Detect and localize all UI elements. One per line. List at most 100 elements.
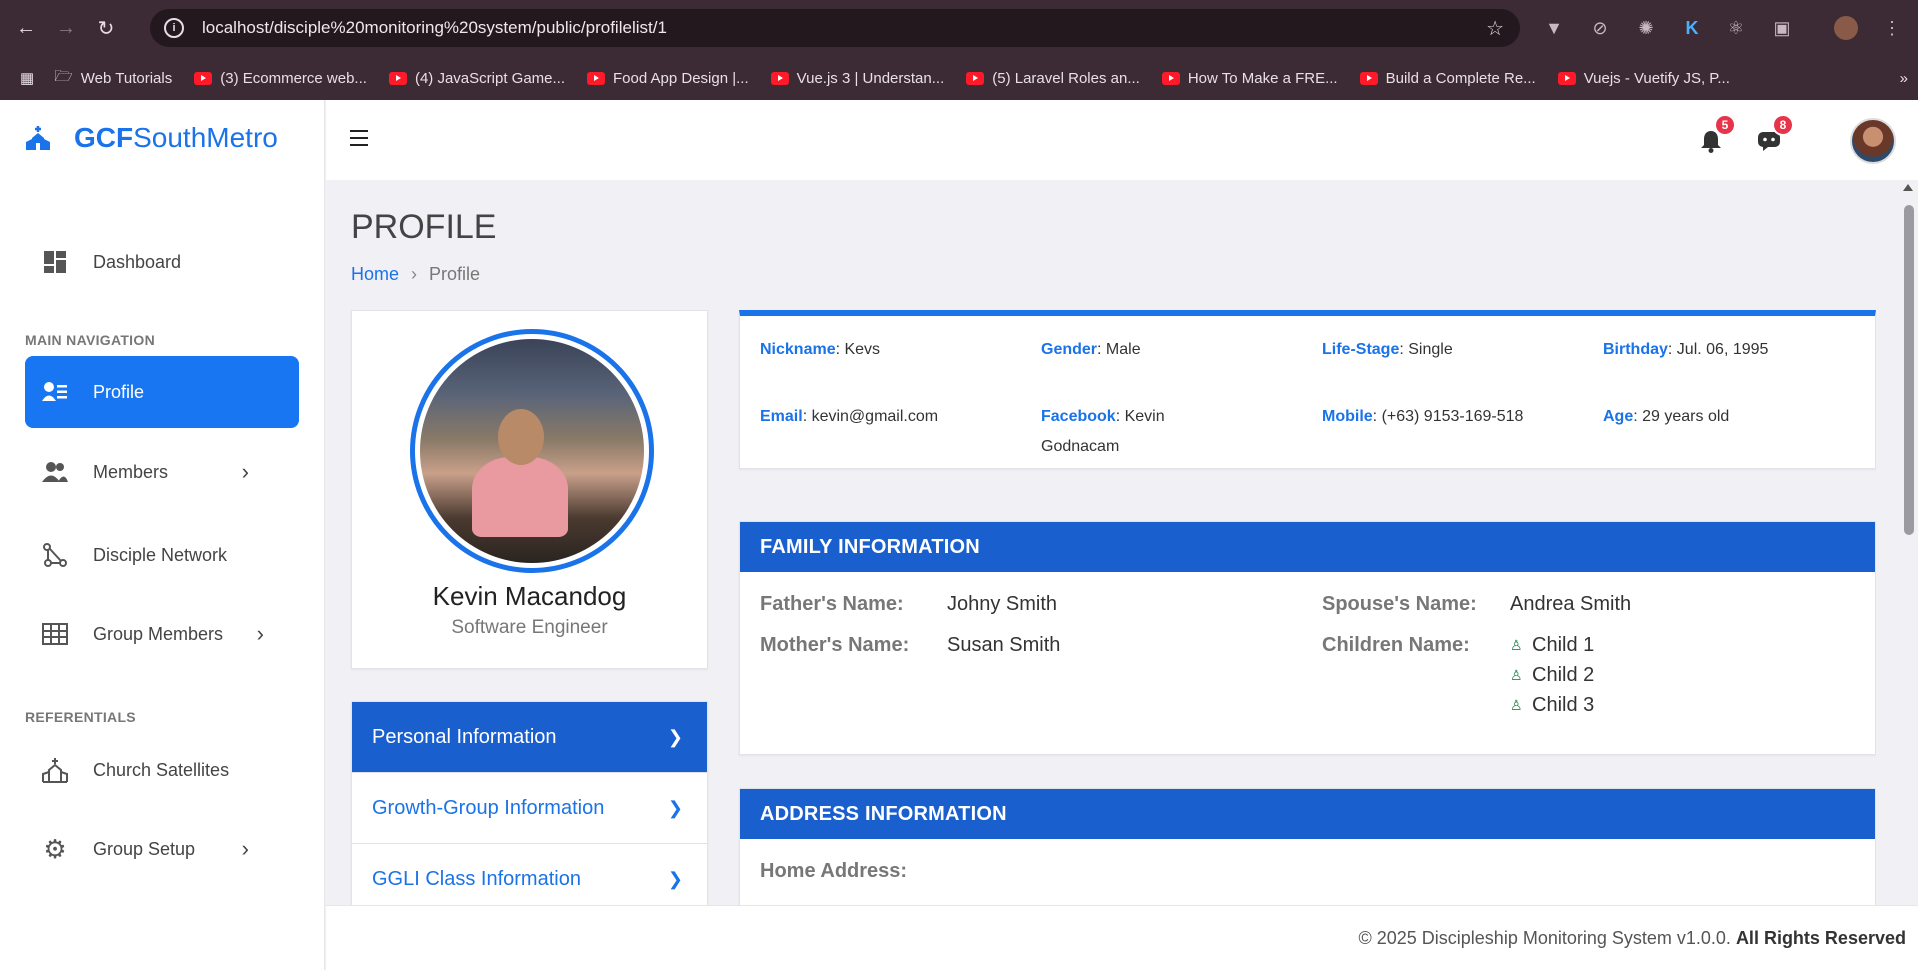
menu-item-label: Personal Information bbox=[372, 725, 557, 748]
youtube-icon bbox=[587, 71, 605, 85]
facebook-field: Facebook: Kevin Godnacam bbox=[1041, 402, 1241, 462]
youtube-icon bbox=[194, 71, 213, 85]
chevron-right-icon: › bbox=[256, 621, 264, 646]
bookmark-item[interactable]: (4) JavaScript Game... bbox=[388, 70, 565, 87]
nickname-field: Nickname: Kevs bbox=[760, 335, 1030, 365]
bookmark-star-icon[interactable]: ☆ bbox=[1486, 16, 1504, 41]
bookmark-label: (3) Ecommerce web... bbox=[220, 69, 367, 87]
bookmark-folder[interactable]: 🗁 Web Tutorials bbox=[54, 66, 172, 91]
reload-icon[interactable]: ↻ bbox=[92, 14, 120, 42]
k-extension-icon[interactable]: K bbox=[1680, 16, 1704, 40]
bookmark-item[interactable]: Vuejs - Vuetify JS, P... bbox=[1557, 70, 1730, 87]
person-icon: ♙ bbox=[1510, 637, 1523, 653]
notifications-bell-icon[interactable]: 5 bbox=[1698, 114, 1736, 154]
profile-section-menu: Personal Information ❯ Growth-Group Info… bbox=[351, 701, 708, 905]
bookmark-item[interactable]: Vue.js 3 | Understan... bbox=[770, 69, 945, 87]
folder-icon: 🗁 bbox=[54, 67, 73, 85]
youtube-icon bbox=[388, 71, 407, 85]
dashboard-icon bbox=[41, 250, 69, 274]
sidebar-item-disciple-network[interactable]: Disciple Network bbox=[25, 519, 299, 591]
chevron-right-icon: ❯ bbox=[667, 868, 683, 889]
sidebar-item-label: Disciple Network bbox=[93, 544, 228, 565]
bookmark-item[interactable]: How To Make a FRE... bbox=[1161, 69, 1338, 87]
more-bookmarks-icon[interactable]: » bbox=[1900, 70, 1908, 87]
sidebar-item-dashboard[interactable]: Dashboard bbox=[25, 226, 299, 298]
address-url[interactable]: localhost/disciple%20monitoring%20system… bbox=[202, 18, 667, 38]
sidebar-item-members[interactable]: Members › bbox=[25, 436, 299, 508]
vuetify-extension-icon[interactable]: ▼ bbox=[1542, 16, 1566, 40]
hamburger-menu-icon[interactable] bbox=[350, 130, 368, 146]
browser-profile-avatar[interactable] bbox=[1834, 16, 1858, 40]
bookmark-label: How To Make a FRE... bbox=[1187, 69, 1338, 87]
lifestage-label: Life-Stage bbox=[1322, 341, 1400, 358]
facebook-label: Facebook bbox=[1041, 408, 1116, 425]
children-name-label: Children Name: bbox=[1322, 634, 1470, 656]
sidebar-item-group-setup[interactable]: ⚙ Group Setup › bbox=[25, 813, 299, 885]
mobile-field: Mobile: (+63) 9153-169-518 bbox=[1322, 402, 1562, 432]
bookmark-item[interactable]: (3) Ecommerce web... bbox=[194, 70, 367, 87]
bookmark-item[interactable]: Food App Design |... bbox=[587, 70, 749, 87]
back-icon[interactable]: ← bbox=[12, 14, 40, 42]
nickname-value: : Kevs bbox=[835, 341, 881, 358]
sidebar-item-label: Group Members bbox=[93, 623, 224, 644]
sidebar: GCF SouthMetro Dashboard MAIN NAVIGATION … bbox=[0, 100, 325, 970]
chevron-right-icon: ❯ bbox=[667, 726, 683, 747]
browser-toolbar: ← → ↻ i localhost/disciple%20monitoring%… bbox=[0, 0, 1918, 56]
personal-info-card: Nickname: Kevs Gender: Male Life-Stage : … bbox=[739, 310, 1876, 469]
menu-ggli-class-information[interactable]: GGLI Class Information ❯ bbox=[352, 844, 707, 905]
bookmark-item[interactable]: (5) Laravel Roles an... bbox=[966, 70, 1140, 87]
spouse-name-label: Spouse's Name: bbox=[1322, 593, 1477, 615]
birthday-label: Birthday bbox=[1603, 341, 1668, 358]
bookmark-label: Build a Complete Re... bbox=[1385, 69, 1536, 87]
messages-chat-icon[interactable]: 8 bbox=[1756, 114, 1794, 154]
bookmark-label: Vue.js 3 | Understan... bbox=[796, 69, 945, 87]
menu-item-label: Growth-Group Information bbox=[372, 796, 605, 819]
browser-menu-icon[interactable]: ⋮ bbox=[1880, 16, 1904, 40]
birthday-field: Birthday: Jul. 06, 1995 bbox=[1603, 335, 1873, 365]
user-avatar[interactable] bbox=[1850, 118, 1896, 164]
church-logo-icon bbox=[26, 126, 50, 150]
bookmark-item[interactable]: Build a Complete Re... bbox=[1359, 69, 1536, 87]
profile-card: Kevin Macandog Software Engineer bbox=[351, 310, 708, 669]
scroll-up-icon[interactable] bbox=[1903, 184, 1913, 191]
users-icon bbox=[41, 461, 69, 483]
birthday-value: : Jul. 06, 1995 bbox=[1667, 341, 1769, 358]
block-extension-icon[interactable]: ⊘ bbox=[1588, 16, 1612, 40]
sidebar-item-label: Profile bbox=[93, 381, 145, 402]
site-info-icon[interactable]: i bbox=[164, 18, 184, 38]
app-header: 5 8 bbox=[326, 100, 1918, 180]
table-grid-icon bbox=[41, 623, 69, 645]
menu-personal-information[interactable]: Personal Information ❯ bbox=[352, 702, 707, 773]
forward-icon[interactable]: → bbox=[52, 14, 80, 42]
person-icon: ♙ bbox=[1510, 667, 1523, 683]
address-section-header: ADDRESS INFORMATION bbox=[740, 789, 1875, 839]
address-bar[interactable]: i localhost/disciple%20monitoring%20syst… bbox=[150, 9, 1520, 47]
react-extension-icon[interactable]: ⚛ bbox=[1724, 16, 1748, 40]
gender-field: Gender: Male bbox=[1041, 335, 1311, 365]
sidebar-item-group-members[interactable]: Group Members › bbox=[25, 598, 299, 670]
footer-rights: All Rights Reserved bbox=[1735, 928, 1906, 948]
list-item: ♙ Child 2 bbox=[1510, 660, 1594, 690]
scrollbar-thumb[interactable] bbox=[1904, 205, 1914, 535]
sidebar-item-label: Dashboard bbox=[93, 251, 182, 272]
sidebar-item-label: Members bbox=[93, 461, 169, 482]
sidebar-item-label: Group Setup bbox=[93, 838, 196, 859]
menu-growth-group-information[interactable]: Growth-Group Information ❯ bbox=[352, 773, 707, 844]
cookie-extension-icon[interactable]: ✺ bbox=[1634, 16, 1658, 40]
breadcrumb-home-link[interactable]: Home bbox=[351, 264, 399, 285]
gender-label: Gender bbox=[1041, 341, 1098, 358]
child-name: Child 3 bbox=[1532, 694, 1595, 716]
profile-photo bbox=[410, 329, 654, 573]
sidebar-item-profile[interactable]: Profile bbox=[25, 356, 299, 428]
brand-logo[interactable]: GCF SouthMetro bbox=[24, 122, 278, 154]
youtube-icon bbox=[966, 71, 985, 85]
main-content: PROFILE Home › Profile Kevin Macandog So… bbox=[326, 180, 1876, 905]
apps-grid-icon[interactable]: ▦ bbox=[20, 69, 34, 87]
home-address-label: Home Address: bbox=[760, 860, 908, 882]
mother-name-label: Mother's Name: bbox=[760, 634, 910, 656]
youtube-icon bbox=[1557, 71, 1576, 85]
sidebar-item-church-satellites[interactable]: Church Satellites bbox=[25, 734, 299, 806]
list-item: ♙ Child 1 bbox=[1510, 630, 1594, 660]
father-name-label: Father's Name: bbox=[760, 593, 904, 615]
extensions-puzzle-icon[interactable]: ▣ bbox=[1770, 16, 1794, 40]
